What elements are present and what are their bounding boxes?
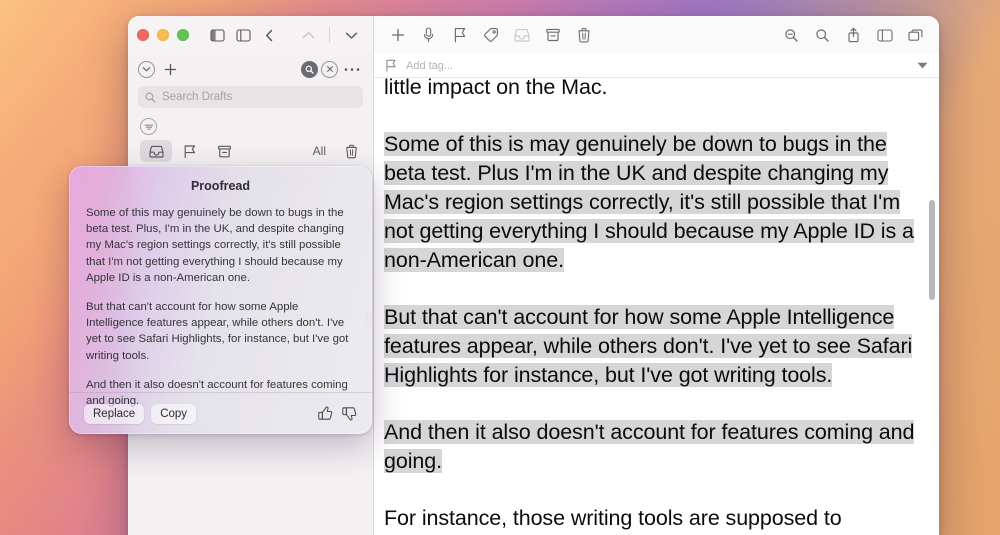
close-button[interactable]: [137, 29, 149, 41]
thumbs-down-icon[interactable]: [342, 406, 357, 421]
plus-icon[interactable]: [160, 57, 180, 81]
sidebar-right-toggle-icon[interactable]: [230, 23, 256, 47]
paragraph[interactable]: Some of this is may genuinely be down to…: [384, 130, 917, 275]
filter-row: [128, 108, 373, 137]
feedback-buttons: [318, 406, 357, 421]
tag-bar[interactable]: Add tag...: [374, 54, 939, 78]
chevron-up-icon[interactable]: [295, 23, 321, 47]
sidebar-nav-buttons: [295, 23, 364, 47]
search-placeholder: Search Drafts: [162, 91, 233, 103]
copy-button[interactable]: Copy: [151, 403, 197, 424]
plus-icon[interactable]: [383, 22, 412, 48]
close-circle-icon[interactable]: [321, 60, 338, 78]
share-icon[interactable]: [839, 22, 868, 48]
chevron-down-icon[interactable]: [338, 23, 364, 47]
tag-flag-icon: [385, 59, 397, 72]
chevron-down-circle-icon[interactable]: [138, 60, 155, 78]
proofread-popup: Proofread Some of this may genuinely be …: [69, 166, 372, 434]
filter-circle-icon[interactable]: [140, 118, 157, 135]
popup-title: Proofread: [190, 179, 251, 193]
microphone-icon[interactable]: [414, 22, 443, 48]
all-filter-label[interactable]: All: [313, 144, 329, 158]
popup-footer: Replace Copy: [69, 392, 372, 434]
sidebar-titlebar: [128, 16, 373, 54]
traffic-lights: [137, 29, 189, 41]
popup-body: Some of this may genuinely be down to bu…: [69, 203, 372, 409]
sidebar-action-row: [128, 54, 373, 84]
zoom-out-icon[interactable]: [777, 22, 806, 48]
trash-icon[interactable]: [569, 22, 598, 48]
editor-toolbar-right: [777, 22, 930, 48]
zoom-button[interactable]: [177, 29, 189, 41]
paragraph[interactable]: little impact on the Mac.: [384, 78, 917, 102]
paragraph[interactable]: And then it also doesn't account for fea…: [384, 418, 917, 476]
paragraph-text: For instance, those writing tools are su…: [384, 506, 842, 530]
popup-paragraph: But that can't account for how some Appl…: [86, 301, 349, 362]
windows-icon[interactable]: [901, 22, 930, 48]
paragraph-text-selected: But that can't account for how some Appl…: [384, 305, 913, 387]
sidebar-left-toggle-icon[interactable]: [204, 23, 230, 47]
toolbar-divider: [329, 27, 330, 43]
paragraph-text-selected: And then it also doesn't account for fea…: [384, 420, 915, 473]
thumbs-up-icon[interactable]: [318, 406, 333, 421]
editor-scrollbar[interactable]: [929, 200, 935, 300]
sidebar-row2-right: [301, 57, 363, 81]
archive-box-icon[interactable]: [538, 22, 567, 48]
tag-input-placeholder[interactable]: Add tag...: [406, 60, 453, 72]
segment-inbox[interactable]: [140, 140, 172, 162]
replace-button[interactable]: Replace: [84, 403, 145, 424]
search-icon[interactable]: [808, 22, 837, 48]
paragraph[interactable]: For instance, those writing tools are su…: [384, 504, 917, 533]
segment-archive[interactable]: [208, 140, 240, 162]
chevron-down-filled-icon[interactable]: [917, 62, 928, 69]
editor-pane: Add tag... little impact on the Mac. Som…: [374, 16, 939, 535]
segment-flagged[interactable]: [174, 140, 206, 162]
editor-toolbar: [374, 16, 939, 54]
sidebar-toggle-icon[interactable]: [870, 22, 899, 48]
search-circle-icon[interactable]: [301, 60, 318, 78]
paragraph-text: little impact on the Mac.: [384, 78, 608, 99]
trash-icon[interactable]: [339, 140, 363, 162]
paragraph[interactable]: But that can't account for how some Appl…: [384, 303, 917, 390]
sidebar-segment-right: All: [313, 140, 363, 162]
tag-icon[interactable]: [476, 22, 505, 48]
popup-paragraph: Some of this may genuinely be down to bu…: [86, 207, 344, 284]
inbox-icon[interactable]: [507, 22, 536, 48]
minimize-button[interactable]: [157, 29, 169, 41]
paragraph-text-selected: Some of this is may genuinely be down to…: [384, 132, 914, 272]
ellipsis-icon[interactable]: [341, 57, 363, 81]
magnifier-icon: [145, 92, 156, 103]
document-body[interactable]: little impact on the Mac. Some of this i…: [374, 78, 939, 535]
back-chevron-icon[interactable]: [256, 23, 282, 47]
flag-icon[interactable]: [445, 22, 474, 48]
search-input[interactable]: Search Drafts: [138, 86, 363, 108]
